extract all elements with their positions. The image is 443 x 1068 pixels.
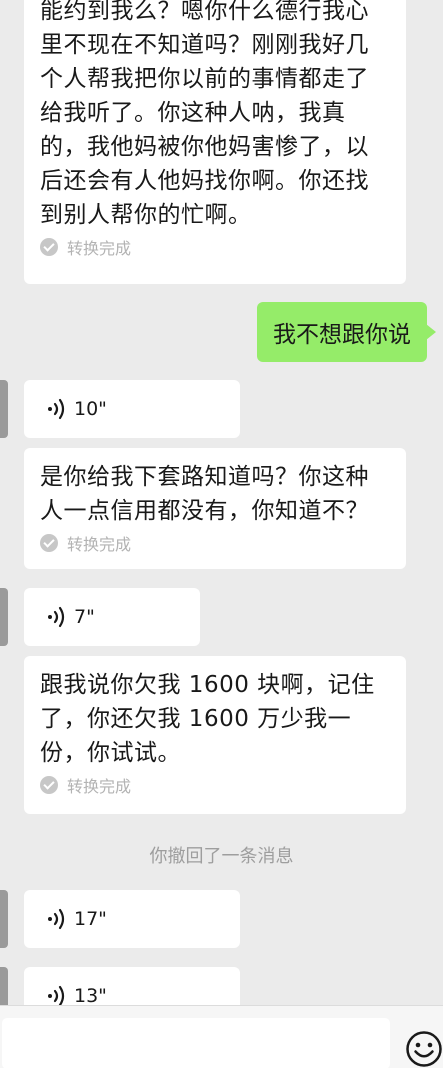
sent-message-bubble[interactable]: 我不想跟你说 (257, 302, 436, 362)
check-icon (40, 776, 58, 794)
message-text: 跟我说你欠我 1600 块啊，记住了，你还欠我 1600 万少我一份，你试试。 (40, 672, 375, 766)
avatar[interactable] (0, 967, 8, 1005)
sent-message-text: 我不想跟你说 (273, 322, 411, 348)
conversion-status-label: 转换完成 (67, 777, 132, 796)
conversion-status-label: 转换完成 (67, 535, 132, 554)
avatar[interactable] (0, 890, 8, 948)
voice-duration: 7" (74, 606, 95, 628)
conversion-status: 转换完成 (40, 531, 390, 555)
smiley-icon[interactable] (405, 1030, 443, 1068)
message-text: 能约到我么？嗯你什么德行我心里不现在不知道吗？刚刚我好几个人帮我把你以前的事情都… (40, 0, 369, 228)
message-text: 是你给我下套路知道吗？你这种人一点信用都没有，你知道不？ (40, 464, 369, 524)
check-icon (40, 238, 58, 256)
avatar[interactable] (0, 380, 8, 438)
voice-duration: 10" (74, 398, 107, 420)
voice-wave-icon (48, 985, 65, 1005)
voice-to-text-message[interactable]: 跟我说你欠我 1600 块啊，记住了，你还欠我 1600 万少我一份，你试试。 … (24, 656, 406, 814)
voice-to-text-message[interactable]: 是你给我下套路知道吗？你这种人一点信用都没有，你知道不？ 转换完成 (24, 448, 406, 569)
voice-message[interactable]: 13" (24, 967, 240, 1005)
recall-notice: 你撤回了一条消息 (149, 846, 294, 867)
voice-wave-icon (48, 908, 65, 930)
conversion-status: 转换完成 (40, 773, 390, 797)
voice-wave-icon (48, 606, 65, 628)
check-icon (40, 534, 58, 552)
avatar[interactable] (0, 588, 8, 646)
voice-duration: 13" (74, 985, 107, 1005)
voice-message[interactable]: 17" (24, 890, 240, 948)
conversion-status: 转换完成 (40, 235, 390, 259)
voice-duration: 17" (74, 908, 107, 930)
voice-to-text-message[interactable]: 能约到我么？嗯你什么德行我心里不现在不知道吗？刚刚我好几个人帮我把你以前的事情都… (24, 0, 406, 284)
voice-wave-icon (48, 398, 65, 420)
input-bar (0, 1005, 443, 1068)
conversion-status-label: 转换完成 (67, 239, 132, 258)
chat-area[interactable]: 能约到我么？嗯你什么德行我心里不现在不知道吗？刚刚我好几个人帮我把你以前的事情都… (0, 0, 443, 1005)
voice-message[interactable]: 7" (24, 588, 200, 646)
voice-message[interactable]: 10" (24, 380, 240, 438)
message-input[interactable] (2, 1018, 390, 1068)
